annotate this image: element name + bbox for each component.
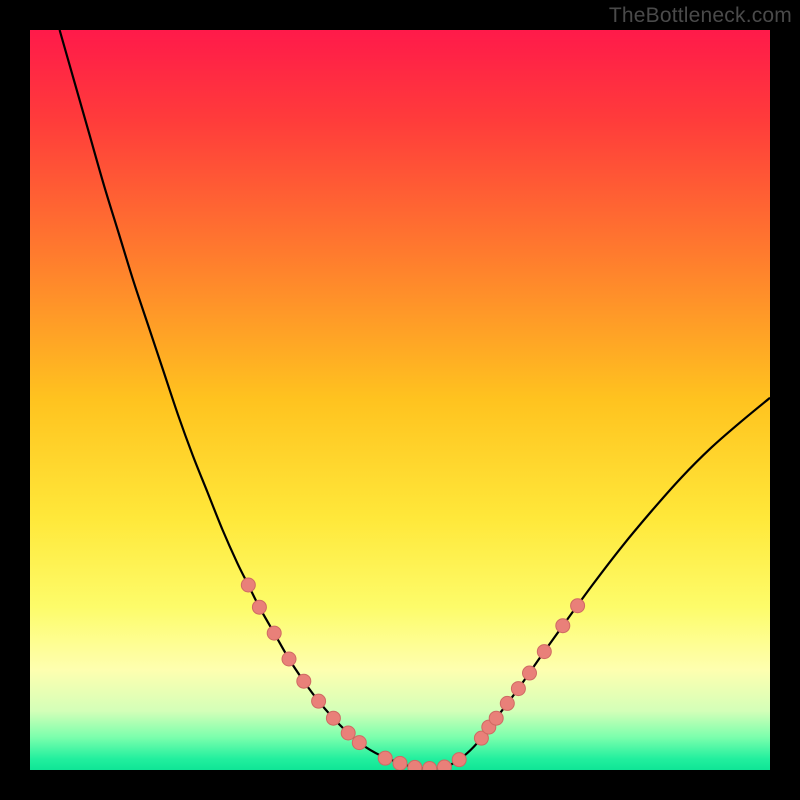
data-point-marker [326,711,340,725]
data-point-marker [452,753,466,767]
data-point-marker [556,619,570,633]
data-point-marker [537,645,551,659]
bottleneck-chart [30,30,770,770]
data-point-marker [297,674,311,688]
data-point-marker [378,751,392,765]
data-point-marker [341,726,355,740]
data-point-marker [523,666,537,680]
data-point-marker [500,696,514,710]
data-point-marker [267,626,281,640]
data-point-marker [282,652,296,666]
chart-frame [30,30,770,770]
data-point-marker [352,736,366,750]
data-point-marker [571,599,585,613]
gradient-background [30,30,770,770]
data-point-marker [252,600,266,614]
data-point-marker [393,756,407,770]
data-point-marker [312,694,326,708]
data-point-marker [437,760,451,770]
data-point-marker [241,578,255,592]
watermark-text: TheBottleneck.com [609,4,792,28]
data-point-marker [511,682,525,696]
data-point-marker [489,711,503,725]
data-point-marker [408,760,422,770]
